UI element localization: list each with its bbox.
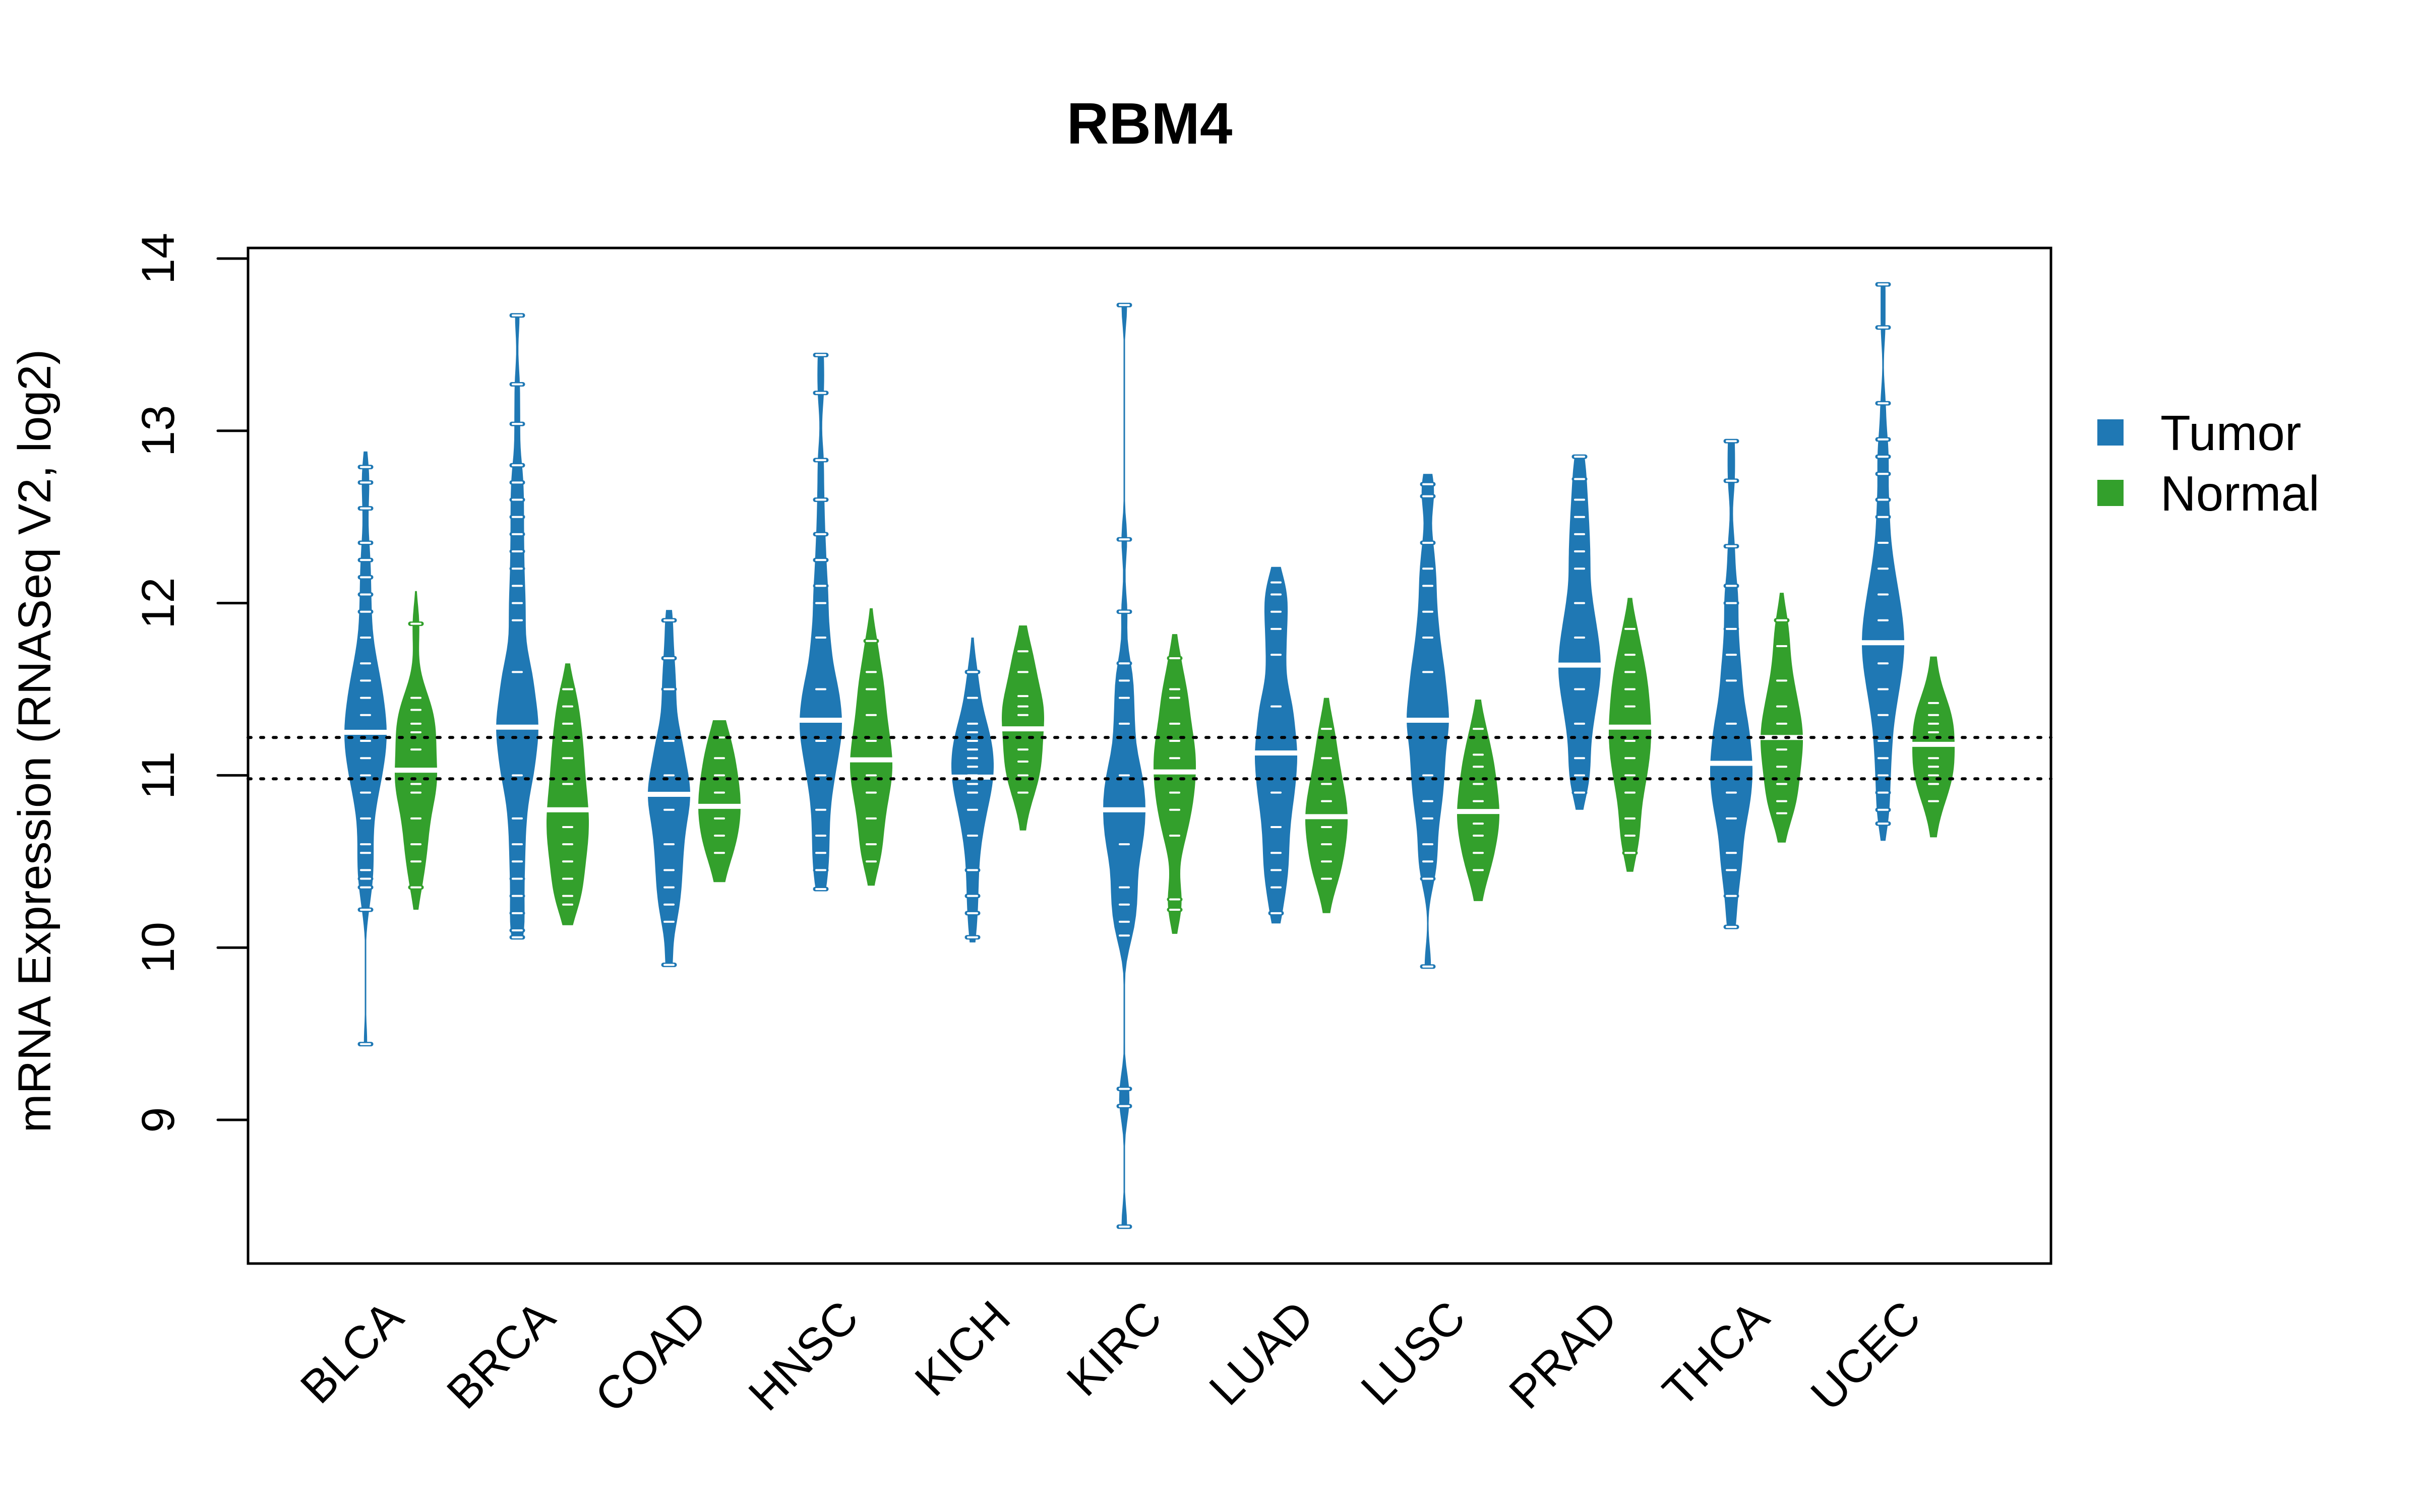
- y-axis-label: mRNA Expression (RNASeq V2, log2): [9, 349, 60, 1132]
- y-tick-label: 10: [133, 922, 184, 973]
- beanplot-chart: RBM4 mRNA Expression (RNASeq V2, log2) 9…: [0, 0, 2420, 1512]
- y-tick-label: 12: [133, 577, 184, 628]
- y-tick-label: 11: [133, 751, 184, 800]
- chart-title: RBM4: [1067, 91, 1233, 156]
- legend-label-normal: Normal: [2160, 466, 2320, 521]
- y-tick-label: 9: [133, 1107, 184, 1132]
- legend-swatch-tumor: [2097, 419, 2124, 446]
- legend-swatch-normal: [2097, 480, 2124, 506]
- legend-label-tumor: Tumor: [2160, 405, 2302, 461]
- y-tick-label: 13: [133, 405, 184, 457]
- y-tick-label: 14: [133, 233, 184, 284]
